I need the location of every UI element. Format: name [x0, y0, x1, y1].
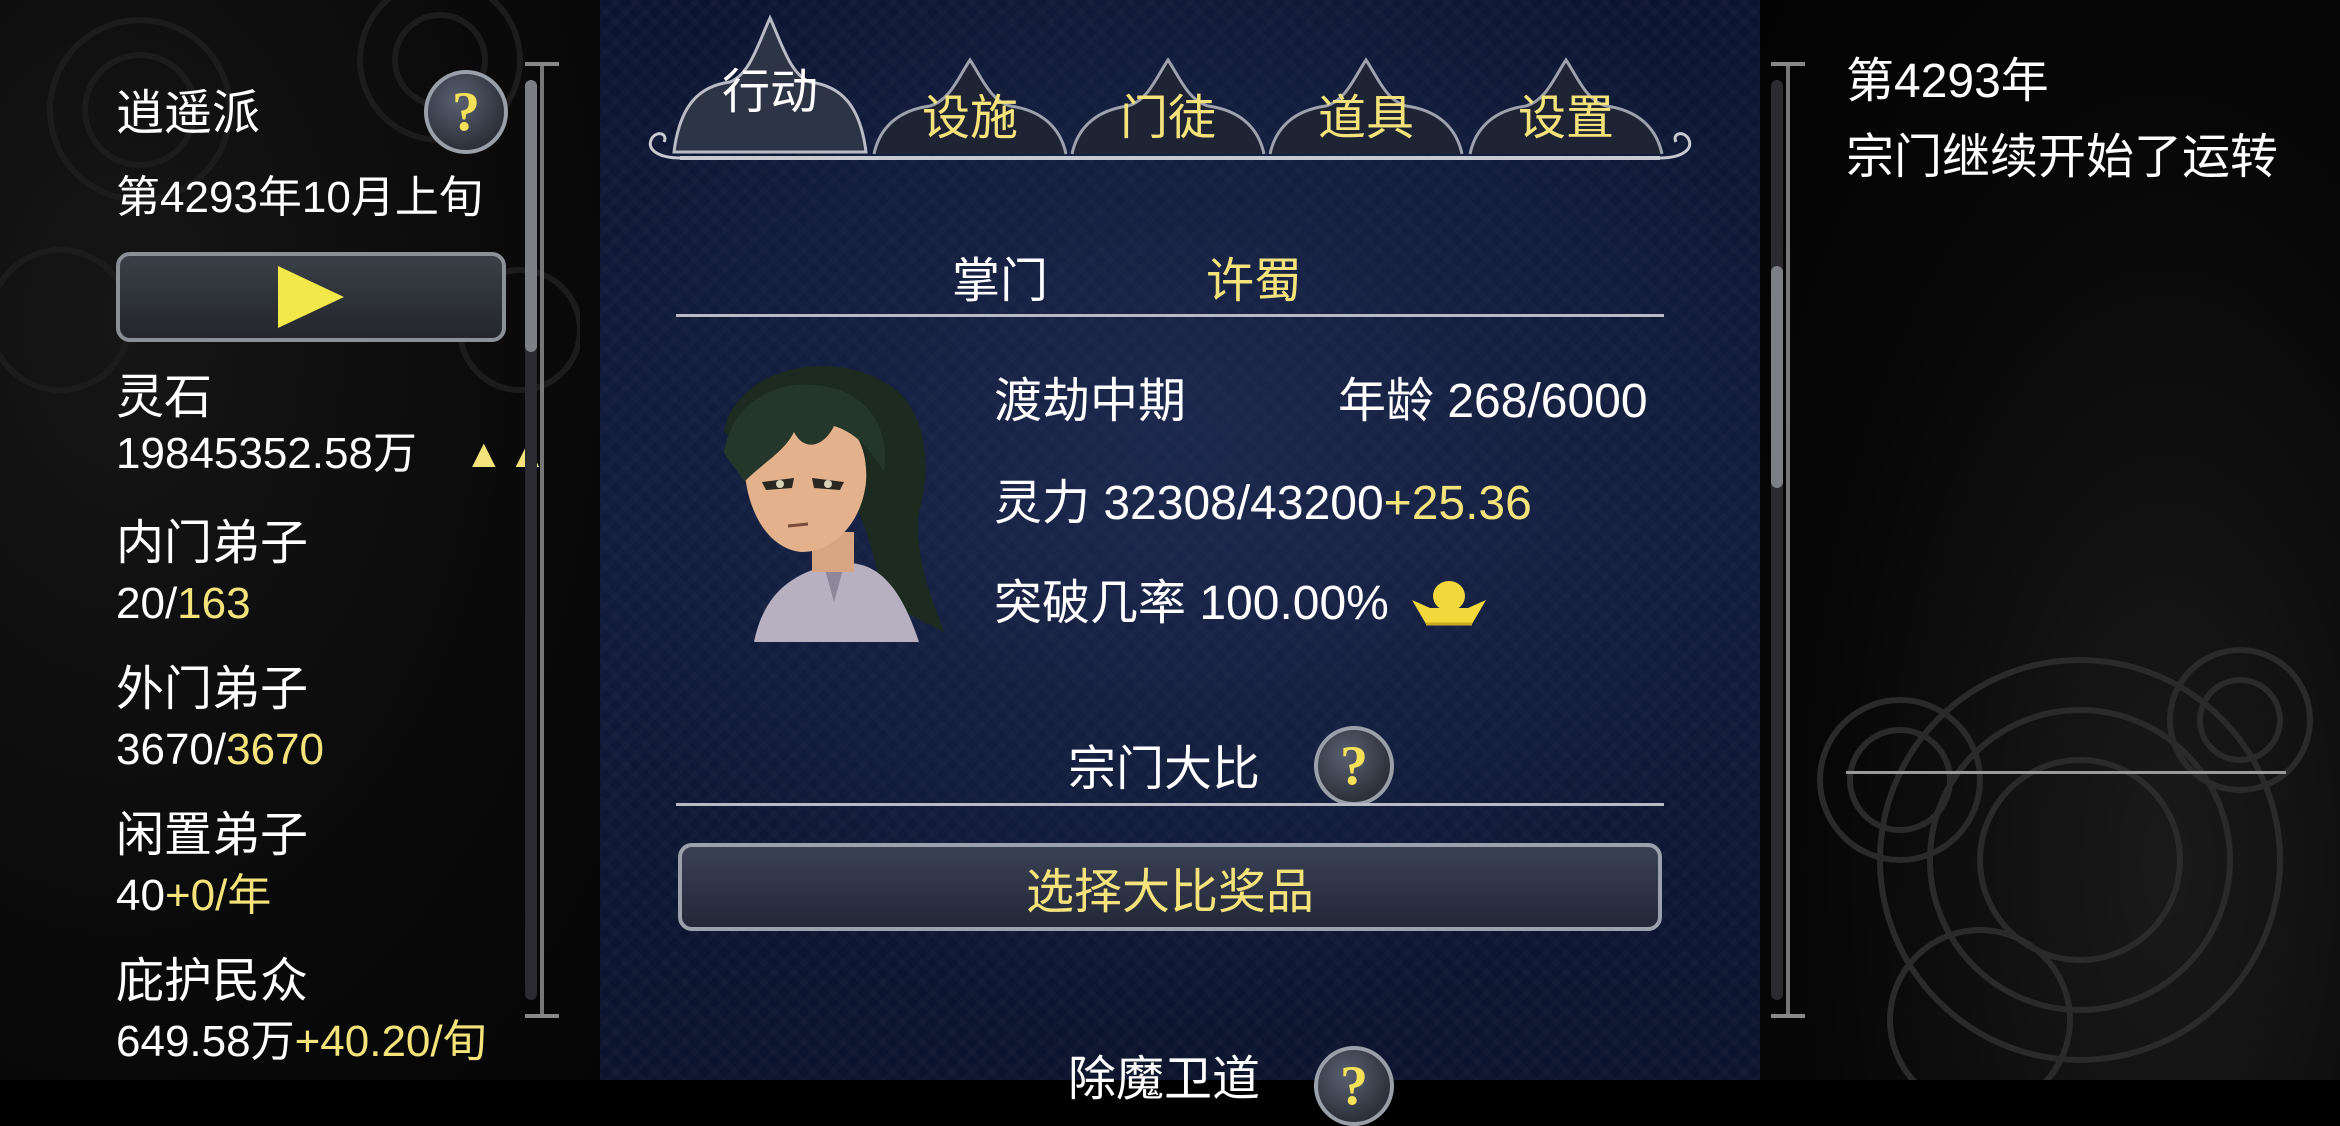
- breakthrough-ingot-icon[interactable]: [1410, 578, 1488, 628]
- leader-name[interactable]: 许蜀: [1206, 252, 1302, 312]
- leader-portrait[interactable]: [684, 352, 954, 642]
- tab-label: 门徒: [1119, 92, 1216, 145]
- question-icon: ?: [1340, 735, 1368, 797]
- sect-help-button[interactable]: ?: [424, 70, 508, 154]
- tab-facilities[interactable]: 设施: [870, 56, 1070, 156]
- leader-title-label: 掌门: [952, 255, 1049, 308]
- center-scroll-rail: [1786, 62, 1790, 1018]
- tab-label: 行动: [721, 66, 818, 119]
- tournament-divider: [676, 803, 1664, 806]
- leader-realm: 渡劫中期: [994, 375, 1187, 428]
- stat-label-protected-people: 庇护民众: [116, 955, 309, 1008]
- question-icon: ?: [452, 81, 480, 143]
- tab-label: 道具: [1317, 92, 1414, 145]
- center-scrollbar-thumb[interactable]: [1771, 266, 1783, 488]
- log-divider: [1846, 771, 2286, 774]
- tournament-title: 宗门大比: [1068, 743, 1261, 796]
- stat-value-idle-disciples: 40+0/年: [116, 871, 272, 920]
- leader-spirit-power: 灵力 32308/43200+25.36: [994, 477, 1532, 530]
- stat-value-protected-people: 649.58万+40.20/旬: [116, 1017, 487, 1066]
- left-scroll-cap-top: [525, 62, 559, 66]
- next-section-help-button[interactable]: ?: [1314, 1046, 1394, 1126]
- choose-prize-button[interactable]: 选择大比奖品: [678, 843, 1662, 931]
- advance-time-button[interactable]: [116, 252, 506, 342]
- tab-settings[interactable]: 设置: [1466, 56, 1666, 156]
- stat-label-outer-disciples: 外门弟子: [116, 663, 309, 716]
- left-scroll-cap-bottom: [525, 1014, 559, 1018]
- left-scrollbar-thumb[interactable]: [525, 80, 537, 352]
- log-year: 第4293年: [1846, 55, 2049, 108]
- tab-actions[interactable]: 行动: [670, 14, 870, 154]
- stat-value-outer-disciples: 3670/3670: [116, 725, 324, 774]
- increase-arrows-icon: ▲▲: [464, 432, 552, 476]
- question-icon: ?: [1340, 1055, 1368, 1117]
- choose-prize-label: 选择大比奖品: [1025, 866, 1314, 919]
- stat-value-spirit-stones: 19845352.58万: [116, 429, 417, 478]
- leader-age: 年龄 268/6000: [1338, 375, 1648, 428]
- play-icon: [278, 266, 344, 328]
- stat-label-spirit-stones: 灵石: [116, 371, 213, 424]
- next-section-title: 除魔卫道: [1068, 1053, 1261, 1106]
- center-scroll-cap-bottom: [1771, 1014, 1805, 1018]
- leader-breakthrough: 突破几率 100.00%: [994, 577, 1389, 630]
- tab-label: 设置: [1517, 92, 1614, 145]
- center-scrollbar[interactable]: [1771, 80, 1783, 1000]
- tournament-help-button[interactable]: ?: [1314, 726, 1394, 806]
- tab-label: 设施: [921, 92, 1018, 145]
- cloud-pattern-decoration: [1817, 647, 2313, 1080]
- leader-divider: [676, 314, 1664, 317]
- current-date: 第4293年10月上旬: [116, 173, 483, 222]
- stat-value-inner-disciples: 20/163: [116, 579, 251, 628]
- stat-label-inner-disciples: 内门弟子: [116, 517, 309, 570]
- tab-items[interactable]: 道具: [1266, 56, 1466, 156]
- stat-label-idle-disciples: 闲置弟子: [116, 809, 309, 862]
- sect-name: 逍遥派: [116, 87, 261, 140]
- left-scroll-rail: [540, 62, 544, 1018]
- center-scroll-cap-top: [1771, 62, 1805, 66]
- log-message: 宗门继续开始了运转: [1846, 131, 2279, 184]
- tab-disciples[interactable]: 门徒: [1068, 56, 1268, 156]
